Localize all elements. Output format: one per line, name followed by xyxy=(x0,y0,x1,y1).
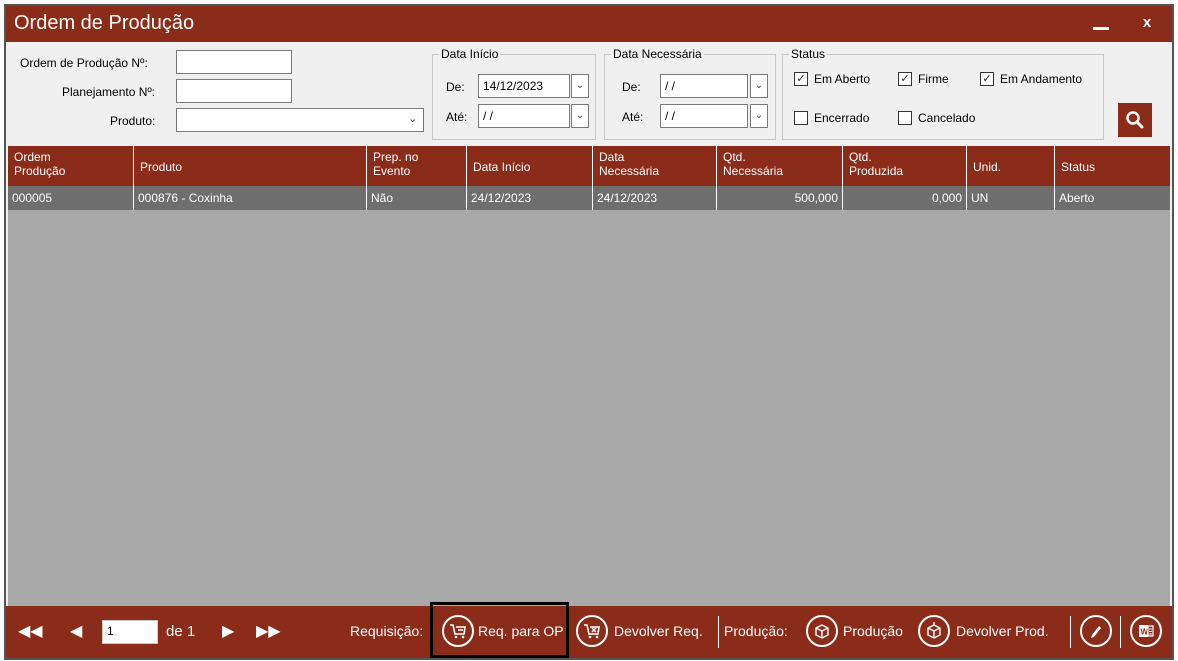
footer-toolbar: ◀◀ ◀ 1 de 1 ▶ ▶▶ Requisição: Req. para O… xyxy=(6,602,1172,658)
column-status[interactable]: Status xyxy=(1054,146,1170,186)
producao-label: Produção: xyxy=(724,623,788,639)
cancelado-label: Cancelado xyxy=(918,111,976,125)
data-necessaria-ate-input[interactable]: / / xyxy=(660,104,748,128)
devolver-prod-label[interactable]: Devolver Prod. xyxy=(956,623,1049,639)
cell-qtd-necessaria: 500,000 xyxy=(716,186,842,210)
planejamento-label: Planejamento Nº: xyxy=(62,85,156,99)
column-ordem-producao[interactable]: Ordem Produção xyxy=(8,146,133,186)
ordem-producao-input[interactable] xyxy=(176,50,292,74)
cart-remove-icon xyxy=(584,624,600,639)
column-data-inicio[interactable]: Data Início xyxy=(466,146,592,186)
data-necessaria-de-input[interactable]: / / xyxy=(660,74,748,98)
cell-prep-evento: Não xyxy=(366,186,466,210)
previous-page-icon[interactable]: ◀ xyxy=(70,621,82,641)
box-return-icon xyxy=(927,622,941,639)
word-icon: W xyxy=(1139,625,1154,637)
cell-status: Aberto xyxy=(1054,186,1170,210)
title-bar: Ordem de Produção x xyxy=(6,6,1172,42)
chevron-down-icon: ⌄ xyxy=(408,113,418,125)
firme-checkbox[interactable]: ✓ xyxy=(898,72,912,86)
cell-data-necessaria: 24/12/2023 xyxy=(592,186,716,210)
data-inicio-title: Data Início xyxy=(439,47,501,61)
planejamento-input[interactable] xyxy=(176,79,292,103)
column-qtd-produzida[interactable]: Qtd. Produzida xyxy=(842,146,966,186)
grid-header: Ordem Produção Produto Prep. no Evento Dat… xyxy=(8,146,1170,186)
data-necessaria-de-label: De: xyxy=(622,80,641,94)
pencil-icon xyxy=(1091,626,1101,638)
page-count: de 1 xyxy=(166,623,196,640)
production-orders-grid[interactable]: Ordem Produção Produto Prep. no Evento Dat… xyxy=(8,146,1170,606)
column-unid[interactable]: Unid. xyxy=(966,146,1054,186)
produto-combobox[interactable] xyxy=(176,108,424,132)
cell-ordem: 000005 xyxy=(12,191,53,205)
producao-text[interactable]: Produção xyxy=(843,623,903,639)
search-button[interactable] xyxy=(1118,103,1152,137)
devolver-prod-button[interactable] xyxy=(918,615,950,647)
window-title: Ordem de Produção xyxy=(14,12,195,34)
export-word-button[interactable]: W xyxy=(1130,615,1162,647)
producao-button[interactable] xyxy=(806,615,838,647)
toolbar-separator xyxy=(718,616,719,648)
requisicao-label: Requisição: xyxy=(350,623,424,639)
encerrado-checkbox[interactable] xyxy=(794,111,808,125)
data-inicio-ate-input[interactable]: / / xyxy=(478,104,570,128)
data-inicio-de-dropdown[interactable]: ⌄ xyxy=(571,74,589,98)
column-prep-evento[interactable]: Prep. no Evento xyxy=(366,146,466,186)
em-andamento-label: Em Andamento xyxy=(1000,72,1083,86)
produto-label: Produto: xyxy=(110,114,156,128)
status-title: Status xyxy=(789,47,828,61)
ordem-producao-label: Ordem de Produção Nº: xyxy=(20,56,148,70)
status-group: Status xyxy=(782,47,1104,140)
data-inicio-de-label: De: xyxy=(446,80,465,94)
data-inicio-de-input[interactable]: 14/12/2023 xyxy=(478,74,570,98)
column-produto[interactable]: Produto xyxy=(133,146,366,186)
em-andamento-checkbox[interactable]: ✓ xyxy=(980,72,994,86)
data-necessaria-de-dropdown[interactable]: ⌄ xyxy=(750,74,768,98)
production-order-window: Ordem de Produção x Ordem de Produção Nº… xyxy=(4,4,1174,660)
data-necessaria-ate-label: Até: xyxy=(622,110,644,124)
em-aberto-label: Em Aberto xyxy=(814,72,871,86)
svg-text:W: W xyxy=(1141,628,1149,637)
cell-produto: 000876 - Coxinha xyxy=(133,186,366,210)
cell-unid: UN xyxy=(966,186,1054,210)
edit-button[interactable] xyxy=(1080,615,1112,647)
toolbar-separator xyxy=(1120,616,1121,648)
devolver-req-label[interactable]: Devolver Req. xyxy=(614,623,703,639)
cell-data-inicio: 24/12/2023 xyxy=(466,186,592,210)
page-number-input[interactable]: 1 xyxy=(102,620,158,644)
toolbar-separator xyxy=(1070,616,1071,648)
em-aberto-checkbox[interactable]: ✓ xyxy=(794,72,808,86)
devolver-req-button[interactable] xyxy=(576,615,608,647)
data-necessaria-ate-dropdown[interactable]: ⌄ xyxy=(750,104,768,128)
minimize-button[interactable] xyxy=(1086,10,1116,36)
cell-qtd-produzida: 0,000 xyxy=(842,186,966,210)
highlight-box xyxy=(430,602,569,658)
column-data-necessaria[interactable]: Data Necessária xyxy=(592,146,716,186)
close-button[interactable]: x xyxy=(1132,10,1162,36)
last-page-icon[interactable]: ▶▶ xyxy=(256,621,281,641)
first-page-icon[interactable]: ◀◀ xyxy=(18,621,43,641)
encerrado-label: Encerrado xyxy=(814,111,870,125)
search-icon xyxy=(1126,111,1144,129)
firme-label: Firme xyxy=(918,72,949,86)
cancelado-checkbox[interactable] xyxy=(898,111,912,125)
data-inicio-ate-dropdown[interactable]: ⌄ xyxy=(571,104,589,128)
column-qtd-necessaria[interactable]: Qtd. Necessária xyxy=(716,146,842,186)
next-page-icon[interactable]: ▶ xyxy=(222,621,234,641)
table-row[interactable]: 000005 000876 - Coxinha Não 24/12/2023 2… xyxy=(8,186,1170,210)
data-necessaria-title: Data Necessária xyxy=(611,47,704,61)
box-icon xyxy=(815,624,829,639)
data-inicio-ate-label: Até: xyxy=(446,110,468,124)
